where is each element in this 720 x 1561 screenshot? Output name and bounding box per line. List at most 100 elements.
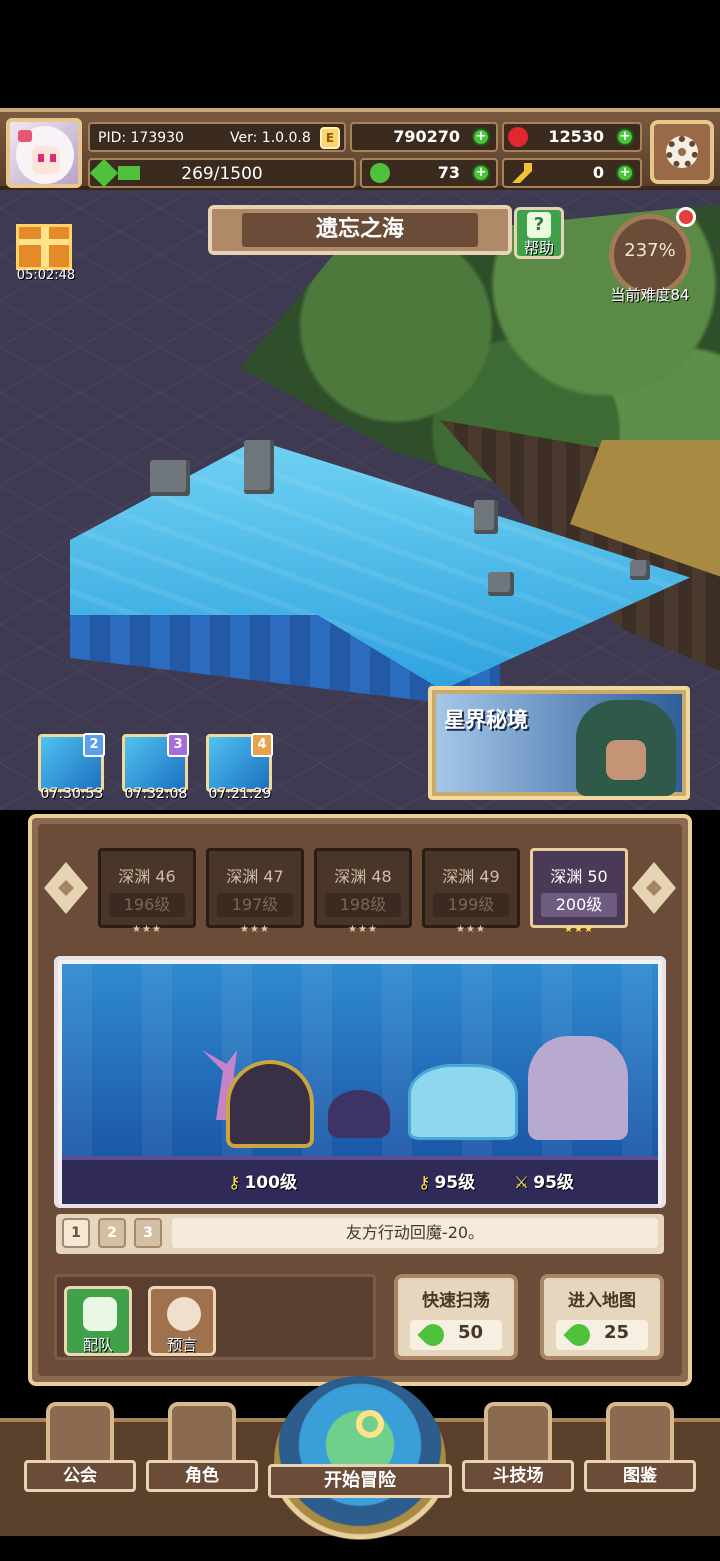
stage-card-selected[interactable]: 深渊 50 200级 ★★★ bbox=[530, 848, 628, 935]
nav-role-label: 角色 bbox=[146, 1460, 258, 1492]
enemy-level-tag: ⚔ 95级 bbox=[514, 1168, 574, 1193]
location-banner: 遗忘之海 bbox=[208, 205, 512, 255]
gem-counter: 12530 + bbox=[502, 122, 642, 152]
notice-icon[interactable]: E bbox=[320, 127, 340, 149]
difficulty-label: 当前难度84 bbox=[610, 286, 690, 304]
enemy-preview bbox=[54, 956, 666, 1208]
add-gems-button[interactable]: + bbox=[616, 128, 634, 146]
timed-chest-3[interactable]: 3 bbox=[122, 733, 189, 792]
gift-timer: 05:02:48 bbox=[16, 268, 76, 283]
stage-stars: ★★★ bbox=[348, 924, 378, 935]
chest-number: 4 bbox=[251, 733, 273, 757]
player-avatar[interactable] bbox=[6, 118, 82, 188]
stage-name: 深渊 47 bbox=[226, 867, 284, 886]
tab-2[interactable]: 2 bbox=[98, 1218, 126, 1248]
notification-dot bbox=[676, 207, 696, 227]
rock bbox=[244, 440, 274, 494]
team-setup-button[interactable]: 配队 bbox=[64, 1286, 132, 1356]
clover-icon bbox=[370, 163, 390, 183]
stage-card[interactable]: 深渊 47 197级 ★★★ bbox=[206, 848, 304, 935]
stage-card[interactable]: 深渊 46 196级 ★★★ bbox=[98, 848, 196, 935]
add-clovers-button[interactable]: + bbox=[472, 164, 490, 182]
stage-name: 深渊 49 bbox=[442, 867, 500, 886]
difficulty-percent: 237% bbox=[624, 240, 676, 261]
chest-number: 2 bbox=[83, 733, 105, 757]
stage-level: 199级 bbox=[433, 893, 509, 917]
enemy-level: 100级 bbox=[244, 1173, 297, 1193]
stage-level: 200级 bbox=[541, 893, 617, 917]
team-label: 配队 bbox=[82, 1336, 113, 1354]
forecast-label: 预言 bbox=[166, 1336, 197, 1354]
stage-name: 深渊 50 bbox=[550, 867, 608, 886]
nav-guild[interactable]: 公会 bbox=[24, 1396, 136, 1496]
enter-cost: 25 bbox=[604, 1322, 630, 1343]
avatar-eye bbox=[50, 154, 56, 162]
stage-level: 198级 bbox=[325, 893, 401, 917]
astral-character-face bbox=[606, 740, 646, 780]
enemy-jellyfish bbox=[408, 1064, 518, 1140]
stage-card[interactable]: 深渊 48 198级 ★★★ bbox=[314, 848, 412, 935]
nav-guild-label: 公会 bbox=[24, 1460, 136, 1492]
chest-timer: 07:30:53 bbox=[40, 786, 104, 802]
tab-3[interactable]: 3 bbox=[134, 1218, 162, 1248]
forecast-button[interactable]: 预言 bbox=[148, 1286, 216, 1356]
avatar-eye bbox=[38, 154, 44, 162]
key-icon: ⚷ bbox=[228, 1173, 241, 1193]
enemy-level: 95级 bbox=[533, 1173, 574, 1193]
tab-1[interactable]: 1 bbox=[62, 1218, 90, 1248]
nav-arena[interactable]: 斗技场 bbox=[462, 1396, 574, 1496]
settings-button[interactable] bbox=[650, 120, 714, 184]
character-icon bbox=[168, 1402, 236, 1468]
exp-bar: 269/1500 bbox=[88, 158, 356, 188]
timed-chest-2[interactable]: 2 bbox=[38, 733, 105, 792]
avatar-bow bbox=[18, 130, 32, 142]
gift-box-icon[interactable] bbox=[16, 224, 72, 270]
nav-role[interactable]: 角色 bbox=[146, 1396, 258, 1496]
timed-chest-4[interactable]: 4 bbox=[206, 733, 273, 792]
adventure-globe-icon bbox=[274, 1376, 446, 1548]
nav-arena-label: 斗技场 bbox=[462, 1460, 574, 1492]
stage-name: 深渊 48 bbox=[334, 867, 392, 886]
rock bbox=[474, 500, 498, 534]
clover-value: 73 bbox=[437, 163, 460, 182]
nav-codex-label: 图鉴 bbox=[584, 1460, 696, 1492]
pid-text: PID: 173930 bbox=[98, 130, 184, 146]
ruby-icon bbox=[508, 127, 528, 147]
astral-realm-card[interactable]: 星界秘境 bbox=[428, 686, 690, 800]
key-icon bbox=[512, 163, 532, 183]
quick-sweep-button[interactable]: 快速扫荡 50 bbox=[394, 1274, 518, 1360]
status-bar-area bbox=[0, 0, 720, 108]
enemy-witch bbox=[226, 1060, 314, 1148]
help-label: 帮助 bbox=[523, 239, 554, 257]
help-button[interactable]: ? 帮助 bbox=[514, 207, 564, 259]
guild-house-icon bbox=[46, 1402, 114, 1468]
enemy-level: 95级 bbox=[434, 1173, 476, 1193]
enemy-clam bbox=[328, 1090, 390, 1138]
stage-level: 196级 bbox=[109, 893, 185, 917]
astral-title: 星界秘境 bbox=[444, 708, 528, 732]
nav-start-adventure[interactable]: 开始冒险 bbox=[268, 1370, 452, 1548]
stage-stars: ★★★ bbox=[564, 924, 594, 935]
arrow-left-icon bbox=[58, 880, 74, 896]
version-text: Ver: 1.0.0.8 bbox=[230, 130, 311, 146]
magnifier-icon bbox=[356, 1410, 384, 1438]
arrow-right-icon bbox=[646, 880, 662, 896]
enter-label: 进入地图 bbox=[568, 1291, 636, 1311]
enter-map-button[interactable]: 进入地图 25 bbox=[540, 1274, 664, 1360]
add-coins-button[interactable]: + bbox=[472, 128, 490, 146]
chest-number: 3 bbox=[167, 733, 189, 757]
gift-ribbon bbox=[19, 239, 69, 245]
stage-card[interactable]: 深渊 49 199级 ★★★ bbox=[422, 848, 520, 935]
add-keys-button[interactable]: + bbox=[616, 164, 634, 182]
nav-codex[interactable]: 图鉴 bbox=[584, 1396, 696, 1496]
rock bbox=[488, 572, 514, 596]
stage-stars: ★★★ bbox=[240, 924, 270, 935]
exp-value: 269/1500 bbox=[181, 164, 263, 184]
key-value: 0 bbox=[592, 163, 604, 182]
crossed-swords-icon bbox=[484, 1402, 552, 1468]
book-icon bbox=[606, 1402, 674, 1468]
coin-counter: 790270 + bbox=[350, 122, 498, 152]
enemy-level-tag: ⚷ 95级 bbox=[418, 1168, 475, 1193]
gift-ribbon bbox=[41, 227, 49, 267]
enemy-rabbit-knight bbox=[528, 1036, 628, 1140]
